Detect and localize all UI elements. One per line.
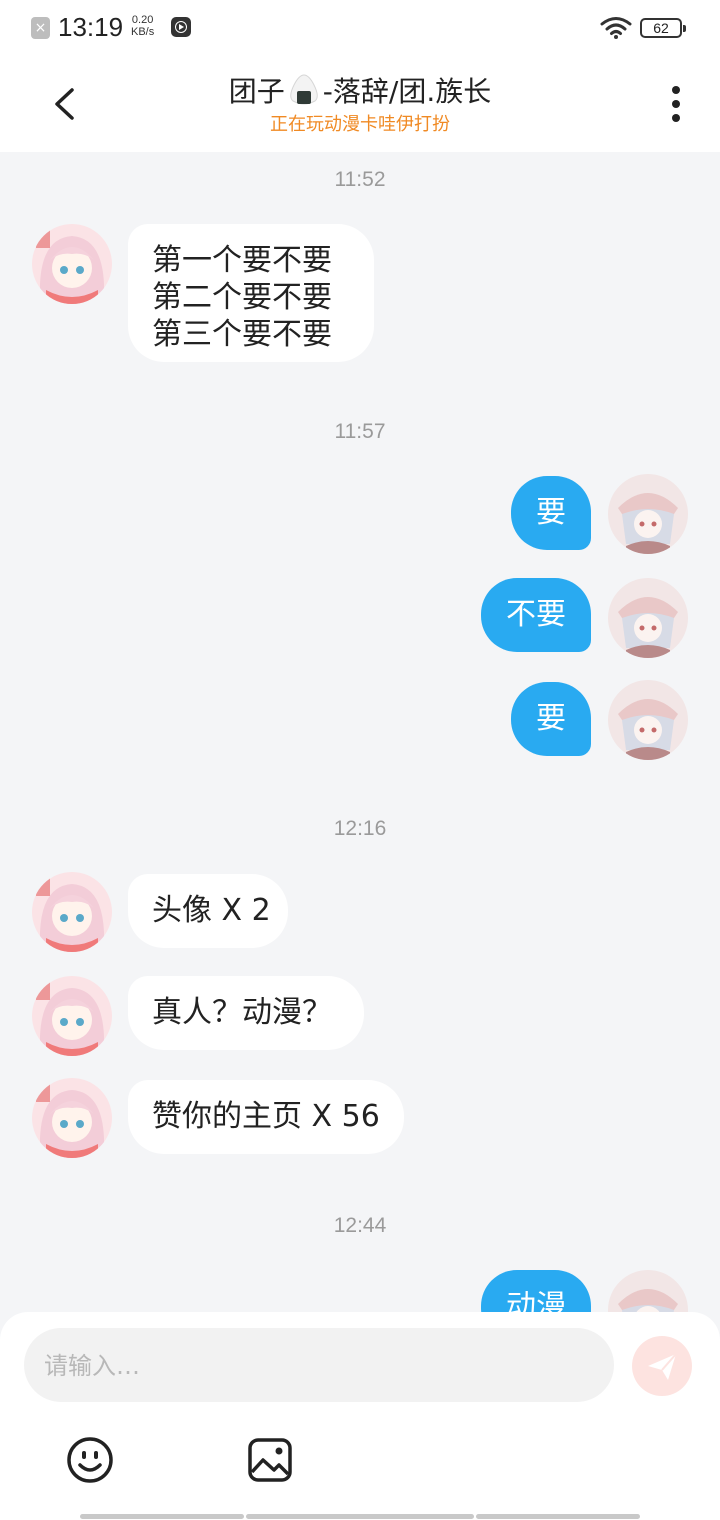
message-bubble-outgoing[interactable]: 动漫 (481, 1270, 591, 1312)
message-input-container[interactable] (24, 1328, 614, 1404)
timestamp: 11:52 (334, 168, 386, 191)
message-bubble-outgoing[interactable]: 要 (511, 476, 591, 550)
message-bubble-outgoing[interactable]: 不要 (481, 578, 591, 652)
message-composer (0, 1312, 720, 1520)
nav-indicator (246, 1514, 474, 1519)
network-speed-value: 0.20 (131, 14, 154, 26)
onigiri-icon (290, 74, 318, 105)
more-vertical-icon-dot (672, 100, 680, 108)
play-icon (171, 17, 191, 37)
my-avatar[interactable] (608, 474, 688, 554)
more-vertical-icon (672, 86, 680, 94)
message-text: 第一个要不要 (152, 243, 332, 278)
emoji-button[interactable] (64, 1434, 116, 1486)
message-text: 要 (536, 701, 566, 736)
timestamp: 11:57 (334, 420, 386, 443)
message-bubble-outgoing[interactable]: 要 (511, 682, 591, 756)
image-button[interactable] (244, 1434, 296, 1486)
my-avatar[interactable] (608, 680, 688, 760)
message-bubble-incoming[interactable]: 真人？动漫？ (128, 976, 364, 1050)
message-text: 不要 (506, 597, 566, 632)
message-text: 头像 X 2 (152, 893, 271, 928)
title-name: 团子 (228, 75, 285, 108)
network-speed: 0.20 KB/s (131, 14, 154, 38)
message-text: 动漫 (506, 1289, 566, 1312)
message-bubble-incoming[interactable]: 头像 X 2 (128, 874, 288, 948)
contact-avatar-image (32, 872, 112, 952)
title-suffix: -落辞/团.族长 (322, 75, 492, 108)
contact-avatar-image (32, 224, 112, 304)
status-subtitle: 正在玩动漫卡哇伊打扮 (270, 114, 450, 135)
contact-avatar[interactable] (32, 1078, 112, 1158)
page-title: 团子 -落辞/团.族长 (0, 70, 720, 110)
emoji-icon (67, 1437, 113, 1483)
my-avatar-image (608, 578, 688, 658)
nav-indicator (476, 1514, 640, 1519)
message-text: 赞你的主页 X 56 (152, 1099, 380, 1134)
my-avatar-image (608, 680, 688, 760)
send-icon (648, 1353, 677, 1380)
battery-indicator: 62 (640, 18, 686, 38)
contact-avatar[interactable] (32, 224, 112, 304)
message-text: 要 (536, 495, 566, 530)
message-bubble-incoming[interactable]: 赞你的主页 X 56 (128, 1080, 404, 1154)
status-bar: × 13:19 0.20 KB/s 62 (0, 0, 720, 56)
message-input[interactable] (42, 1328, 606, 1404)
close-box-icon: × (31, 17, 50, 39)
send-button[interactable] (632, 1336, 692, 1396)
timestamp: 12:16 (333, 817, 387, 840)
my-avatar[interactable] (608, 1270, 688, 1312)
message-text: 第二个要不要 (152, 280, 332, 315)
message-bubble-incoming[interactable]: 第一个要不要 第二个要不要 第三个要不要 (128, 224, 374, 362)
image-icon (248, 1438, 292, 1482)
my-avatar[interactable] (608, 578, 688, 658)
contact-avatar[interactable] (32, 976, 112, 1056)
nav-indicator (80, 1514, 244, 1519)
status-time: 13:19 (58, 12, 124, 42)
message-list[interactable]: 11:52 第一个要不要 第二个要不要 第三个要不要 11:57 要 不要 要 … (0, 152, 720, 1312)
more-options-button[interactable] (660, 82, 692, 126)
contact-avatar[interactable] (32, 872, 112, 952)
network-speed-unit: KB/s (131, 26, 155, 38)
message-text: 第三个要不要 (152, 317, 332, 352)
my-avatar-image (608, 474, 688, 554)
wifi-icon (600, 17, 632, 39)
chat-header: 团子 -落辞/团.族长 正在玩动漫卡哇伊打扮 (0, 56, 720, 152)
contact-avatar-image (32, 976, 112, 1056)
my-avatar-image (608, 1270, 688, 1312)
more-vertical-icon-dot (672, 114, 680, 122)
message-text: 真人？动漫？ (152, 995, 332, 1030)
timestamp: 12:44 (333, 1214, 387, 1237)
contact-avatar-image (32, 1078, 112, 1158)
